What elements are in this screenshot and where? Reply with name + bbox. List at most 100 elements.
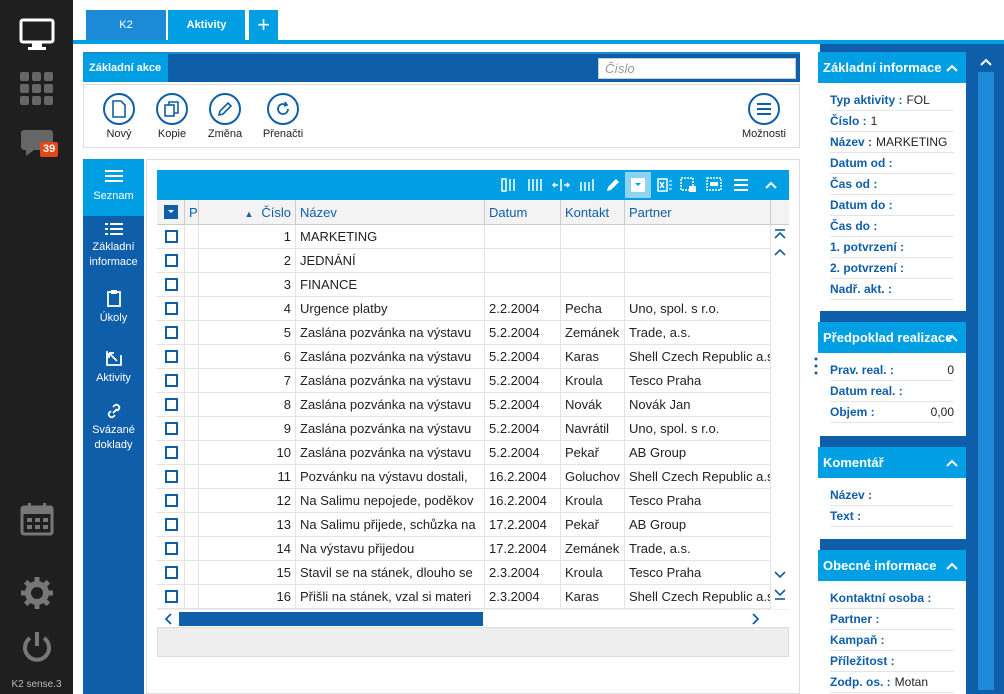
cell-p (185, 297, 199, 321)
row-checkbox[interactable] (165, 398, 178, 411)
add-tab-button[interactable]: + (249, 10, 278, 40)
chevron-up-icon[interactable] (946, 550, 958, 581)
table-row[interactable]: 5 Zaslána pozvánka na výstavu 5.2.2004 Zemá… (157, 321, 771, 345)
number-search-input[interactable]: Číslo (598, 58, 796, 79)
table-row[interactable]: 9 Zaslána pozvánka na výstavu 5.2.2004 Navr… (157, 417, 771, 441)
chevron-up-icon[interactable] (946, 447, 958, 478)
nav-zakladni-informace[interactable]: Základní informace (83, 219, 144, 276)
scroll-bottom-icon[interactable] (773, 587, 787, 601)
table-row[interactable]: 1 MARKETING (157, 225, 771, 249)
cell-p (185, 537, 199, 561)
cell-nazev: FINANCE (296, 273, 485, 297)
bars-icon[interactable] (577, 176, 597, 194)
scroll-top-icon[interactable] (773, 228, 787, 242)
power-icon[interactable] (18, 628, 56, 666)
row-checkbox[interactable] (165, 302, 178, 315)
table-row[interactable]: 15 Stavil se na stánek, dlouho se 2.3.2004… (157, 561, 771, 585)
select-rows-icon[interactable] (705, 176, 725, 194)
grid-header: P ▲ Číslo Název Datum Kontakt Partner (157, 200, 789, 225)
chevron-up-icon[interactable] (946, 322, 958, 353)
tab-k2[interactable]: K2 (86, 10, 166, 40)
scroll-down-icon[interactable] (773, 570, 787, 580)
col-cislo[interactable]: ▲ Číslo (199, 200, 296, 225)
table-row[interactable]: 12 Na Salimu nepojede, poděkov 16.2.2004 Kr… (157, 489, 771, 513)
row-checkbox[interactable] (165, 494, 178, 507)
nav-aktivity[interactable]: Aktivity (83, 339, 144, 396)
row-checkbox[interactable] (165, 590, 178, 603)
table-row[interactable]: 10 Zaslána pozvánka na výstavu 5.2.2004 Pek… (157, 441, 771, 465)
cell-nazev: Na Salimu přijede, schůzka na (296, 513, 485, 537)
cell-partner: Shell Czech Republic a.s. (625, 585, 771, 609)
new-button[interactable]: Nový (94, 93, 144, 140)
horizontal-scrollbar[interactable] (157, 609, 789, 627)
columns-alt-icon[interactable] (525, 176, 545, 194)
row-checkbox[interactable] (165, 422, 178, 435)
table-row[interactable]: 8 Zaslána pozvánka na výstavu 5.2.2004 Nová… (157, 393, 771, 417)
table-row[interactable]: 2 JEDNÁNÍ (157, 249, 771, 273)
copy-button[interactable]: Kopie (147, 93, 197, 140)
tab-aktivity[interactable]: Aktivity (168, 10, 245, 40)
nav-svazane-doklady[interactable]: Svázané doklady (83, 399, 144, 459)
row-checkbox[interactable] (165, 254, 178, 267)
table-row[interactable]: 7 Zaslána pozvánka na výstavu 5.2.2004 Krou… (157, 369, 771, 393)
select-all-checkbox[interactable] (157, 200, 185, 225)
cell-partner: Trade, a.s. (625, 537, 771, 561)
row-checkbox[interactable] (165, 542, 178, 555)
row-checkbox[interactable] (165, 470, 178, 483)
desktop-icon[interactable] (18, 16, 56, 54)
table-row[interactable]: 14 Na výstavu přijedou 17.2.2004 Zemánek Tra… (157, 537, 771, 561)
excel-export-icon[interactable] (655, 176, 675, 194)
col-datum[interactable]: Datum (485, 200, 561, 225)
row-checkbox[interactable] (165, 350, 178, 363)
table-row[interactable]: 4 Urgence platby 2.2.2004 Pecha Uno, spol. s… (157, 297, 771, 321)
col-partner[interactable]: Partner (625, 200, 771, 225)
change-button[interactable]: Změna (200, 93, 250, 140)
info-pane-scroll-thumb[interactable] (978, 72, 994, 690)
filter-dropdown-icon[interactable] (625, 172, 651, 198)
edit-pencil-icon[interactable] (603, 176, 623, 194)
table-row[interactable]: 16 Přišli na stánek, vzal si materi 2.3.20… (157, 585, 771, 609)
apps-grid-icon[interactable] (18, 70, 56, 108)
panel-komentar-header[interactable]: Komentář (818, 447, 966, 478)
collapse-icon[interactable] (761, 176, 781, 194)
nav-ukoly[interactable]: Úkoly (83, 279, 144, 336)
scroll-up-icon[interactable] (773, 247, 787, 257)
scroll-thumb[interactable] (179, 612, 483, 626)
grid-menu-icon[interactable] (731, 176, 751, 194)
scroll-left-icon[interactable] (163, 613, 173, 625)
col-nazev[interactable]: Název (296, 200, 485, 225)
app-sidebar: 39 K2 sense.3 (0, 0, 73, 694)
calendar-icon[interactable] (18, 500, 56, 538)
info-pane-scrollbar[interactable] (978, 44, 994, 694)
settings-gear-icon[interactable] (18, 574, 56, 612)
table-row[interactable]: 6 Zaslána pozvánka na výstavu 5.2.2004 Kara… (157, 345, 771, 369)
panel-predpoklad-header[interactable]: Předpoklad realizace (818, 322, 966, 353)
options-button[interactable]: Možnosti (736, 93, 792, 140)
chevron-up-icon[interactable] (946, 52, 958, 83)
col-p[interactable]: P (185, 200, 199, 225)
cell-p (185, 441, 199, 465)
nav-seznam[interactable]: Seznam (83, 159, 144, 216)
resize-columns-icon[interactable] (551, 176, 571, 194)
col-kontakt[interactable]: Kontakt (561, 200, 625, 225)
scroll-up-icon[interactable] (980, 58, 992, 66)
vertical-scrollbar[interactable] (771, 225, 789, 609)
row-checkbox[interactable] (165, 374, 178, 387)
row-checkbox[interactable] (165, 230, 178, 243)
scroll-right-icon[interactable] (751, 613, 761, 625)
panel-basic-header[interactable]: Základní informace (818, 52, 966, 83)
row-checkbox[interactable] (165, 278, 178, 291)
row-checkbox[interactable] (165, 566, 178, 579)
select-columns-icon[interactable] (679, 176, 699, 194)
table-row[interactable]: 11 Pozvánku na výstavu dostali, 16.2.2004 G… (157, 465, 771, 489)
row-checkbox[interactable] (165, 446, 178, 459)
table-row[interactable]: 13 Na Salimu přijede, schůzka na 17.2.2004… (157, 513, 771, 537)
cell-datum: 5.2.2004 (485, 345, 561, 369)
columns-icon[interactable] (499, 176, 519, 194)
reload-button[interactable]: Přenačti (253, 93, 313, 140)
panel-obecne-header[interactable]: Obecné informace (818, 550, 966, 581)
field-row: Datum do : (830, 195, 954, 216)
table-row[interactable]: 3 FINANCE (157, 273, 771, 297)
row-checkbox[interactable] (165, 518, 178, 531)
row-checkbox[interactable] (165, 326, 178, 339)
